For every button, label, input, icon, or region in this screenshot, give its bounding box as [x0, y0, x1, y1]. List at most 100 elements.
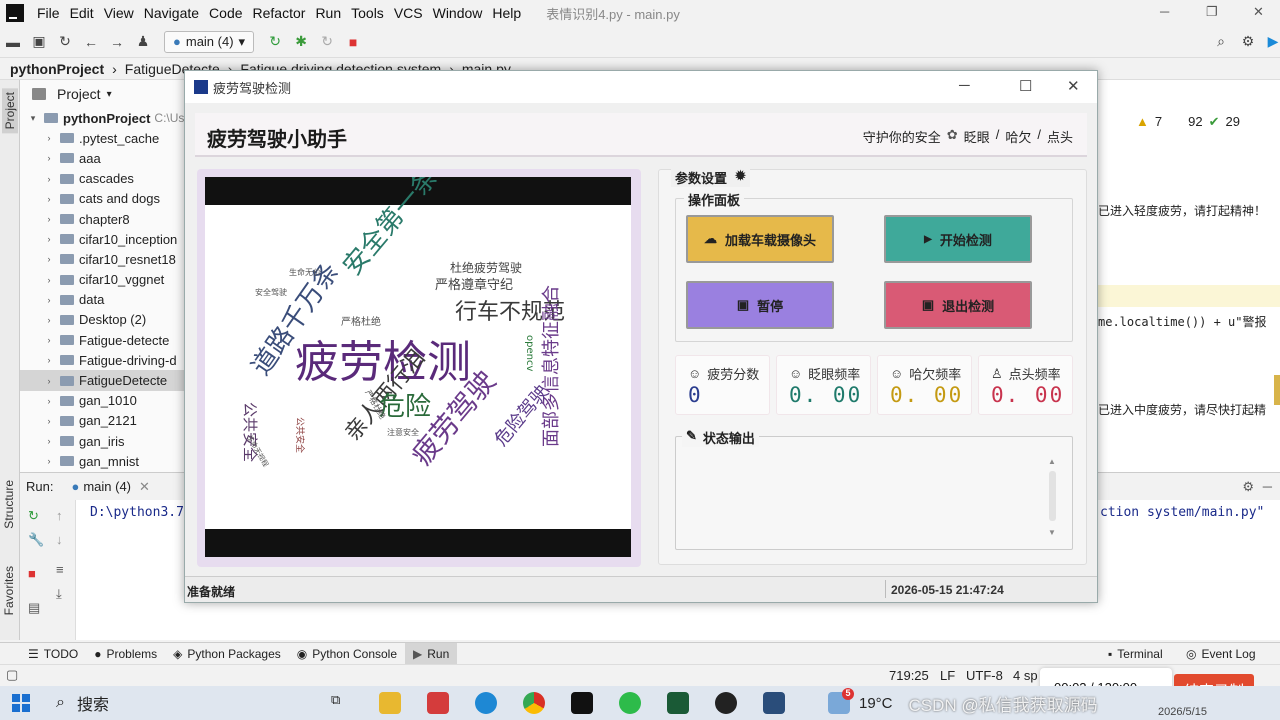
wrench-icon[interactable]: 🔧 [28, 532, 44, 548]
close-tab-icon[interactable]: ✕ [139, 479, 150, 495]
favorites-side-tab[interactable]: Favorites [2, 566, 16, 615]
edge-icon[interactable] [474, 692, 497, 714]
qq-icon[interactable] [714, 692, 737, 714]
collapsed-arrow-icon[interactable]: › [42, 254, 56, 264]
restore-icon[interactable]: ❐ [1206, 4, 1218, 20]
status-scrollbar[interactable]: ▲ ▼ [1046, 457, 1060, 537]
menu-edit[interactable]: Edit [65, 5, 99, 21]
coverage-icon[interactable]: ↻ [319, 33, 335, 50]
project-side-tab[interactable]: Project [2, 88, 18, 134]
scroll-down-icon[interactable]: ▼ [1048, 528, 1056, 537]
menu-tools[interactable]: Tools [346, 5, 389, 21]
project-panel-header[interactable]: Project ▾ [20, 80, 185, 108]
wechat-icon[interactable] [618, 692, 641, 714]
tree-item[interactable]: › data [20, 290, 185, 310]
tab-problems[interactable]: ● Problems [86, 643, 165, 665]
caret-position[interactable]: 719:25 [889, 668, 929, 683]
menu-navigate[interactable]: Navigate [139, 5, 204, 21]
app-window-taskbar-icon[interactable] [762, 692, 785, 714]
tab-run[interactable]: ▶ Run [405, 642, 458, 665]
collapsed-arrow-icon[interactable]: › [42, 153, 56, 163]
scroll-up-icon[interactable]: ▲ [1048, 457, 1056, 466]
menu-view[interactable]: View [99, 5, 139, 21]
collapsed-arrow-icon[interactable]: › [42, 456, 56, 466]
stop-icon[interactable]: ■ [345, 34, 361, 50]
tree-item[interactable]: › cats and dogs [20, 189, 185, 209]
maximize-icon[interactable]: ☐ [1019, 77, 1032, 95]
taskbar-search-label[interactable]: 搜索 [77, 691, 109, 715]
tree-item[interactable]: › Desktop (2) [20, 310, 185, 330]
collapsed-arrow-icon[interactable]: › [42, 355, 56, 365]
tree-item[interactable]: › aaa [20, 148, 185, 168]
pause-button[interactable]: ▣ 暂停 [686, 281, 834, 329]
hide-panel-icon[interactable]: ─ [1263, 479, 1272, 494]
tree-item[interactable]: › FatigueDetecte [20, 370, 185, 391]
windows-start-icon[interactable] [12, 694, 30, 712]
tree-item[interactable]: › cifar10_inception [20, 229, 185, 249]
run-tab-config[interactable]: main (4) [83, 479, 131, 494]
forward-icon[interactable]: → [109, 34, 125, 50]
collapsed-arrow-icon[interactable]: › [42, 396, 56, 406]
menu-refactor[interactable]: Refactor [248, 5, 311, 21]
collapsed-arrow-icon[interactable]: › [42, 436, 56, 446]
menu-vcs[interactable]: VCS [389, 5, 428, 21]
tab-python-packages[interactable]: ◈ Python Packages [165, 643, 289, 665]
breadcrumb-project[interactable]: pythonProject [0, 61, 108, 77]
search-icon[interactable]: ⌕ [56, 694, 65, 712]
sync-icon[interactable]: ↻ [57, 33, 73, 50]
exit-detection-button[interactable]: ▣ 退出检测 [884, 281, 1032, 329]
settings-gear-icon[interactable]: ⚙ [1240, 33, 1256, 50]
back-icon[interactable]: ← [83, 34, 99, 50]
scroll-up-icon[interactable]: ↑ [56, 508, 63, 523]
search-icon[interactable]: ⌕ [1213, 33, 1229, 50]
menu-code[interactable]: Code [204, 5, 247, 21]
collapsed-arrow-icon[interactable]: › [42, 214, 56, 224]
scroll-thumb[interactable] [1049, 471, 1056, 521]
close-icon[interactable]: ✕ [1067, 77, 1080, 95]
run-config-selector[interactable]: ● main (4) ▾ [164, 30, 255, 53]
tab-terminal[interactable]: ▪ Terminal [1100, 643, 1171, 665]
tree-item[interactable]: › cifar10_vggnet [20, 270, 185, 290]
wps-icon[interactable] [426, 692, 449, 714]
scroll-down-icon[interactable]: ↓ [56, 532, 63, 547]
close-icon[interactable]: ✕ [1253, 4, 1264, 20]
minimize-icon[interactable]: ─ [1160, 4, 1169, 19]
rerun-icon[interactable]: ↻ [267, 33, 283, 50]
pycharm-taskbar-icon[interactable] [570, 692, 593, 714]
tab-python-console[interactable]: ◉ Python Console [289, 643, 405, 665]
vcs-user-icon[interactable]: ♟ [135, 33, 151, 50]
collapsed-arrow-icon[interactable]: › [42, 315, 56, 325]
tree-item[interactable]: › gan_1010 [20, 391, 185, 411]
task-view-icon[interactable]: ⧉ [331, 692, 353, 714]
collapsed-arrow-icon[interactable]: › [42, 335, 56, 345]
menu-file[interactable]: File [32, 5, 65, 21]
tree-item[interactable]: › cascades [20, 169, 185, 189]
settings-gear-icon[interactable]: ⚙ [1242, 479, 1254, 495]
weather-icon[interactable]: 5 [827, 688, 854, 714]
collapsed-arrow-icon[interactable]: › [42, 376, 56, 386]
menu-help[interactable]: Help [487, 5, 526, 21]
tab-event-log[interactable]: ◎ Event Log [1178, 643, 1264, 665]
minimize-icon[interactable]: ─ [959, 77, 970, 94]
code-editor[interactable]: ▲ 7 92 ✔ 29 已进入轻度疲劳，请打起精神！ me.localtime())… [1096, 80, 1280, 472]
tree-item[interactable]: › .pytest_cache [20, 128, 185, 148]
layout-icon[interactable]: ▤ [28, 600, 40, 616]
tree-item[interactable]: › Fatigue-detecte [20, 330, 185, 350]
tree-root[interactable]: ▾ pythonProject C:\Us [20, 108, 185, 128]
start-detection-button[interactable]: ▶ 开始检测 [884, 215, 1032, 263]
tree-item[interactable]: › gan_mnist [20, 451, 185, 471]
chrome-icon[interactable] [522, 692, 545, 714]
open-folder-icon[interactable]: ▬ [5, 34, 21, 50]
save-icon[interactable]: ▣ [31, 33, 47, 50]
load-camera-button[interactable]: ☁ 加载车载摄像头 [686, 215, 834, 263]
stop-icon[interactable]: ■ [28, 566, 36, 581]
debug-icon[interactable]: ✱ [293, 33, 309, 50]
collapsed-arrow-icon[interactable]: › [42, 194, 56, 204]
soft-wrap-icon[interactable]: ≡ [56, 562, 64, 577]
file-explorer-icon[interactable] [378, 692, 401, 714]
tab-todo[interactable]: ☰ TODO [20, 643, 86, 665]
indent-setting[interactable]: 4 sp [1013, 668, 1038, 683]
collapsed-arrow-icon[interactable]: › [42, 275, 56, 285]
scroll-end-icon[interactable]: ⤓ [56, 586, 62, 602]
line-separator[interactable]: LF [940, 668, 955, 683]
